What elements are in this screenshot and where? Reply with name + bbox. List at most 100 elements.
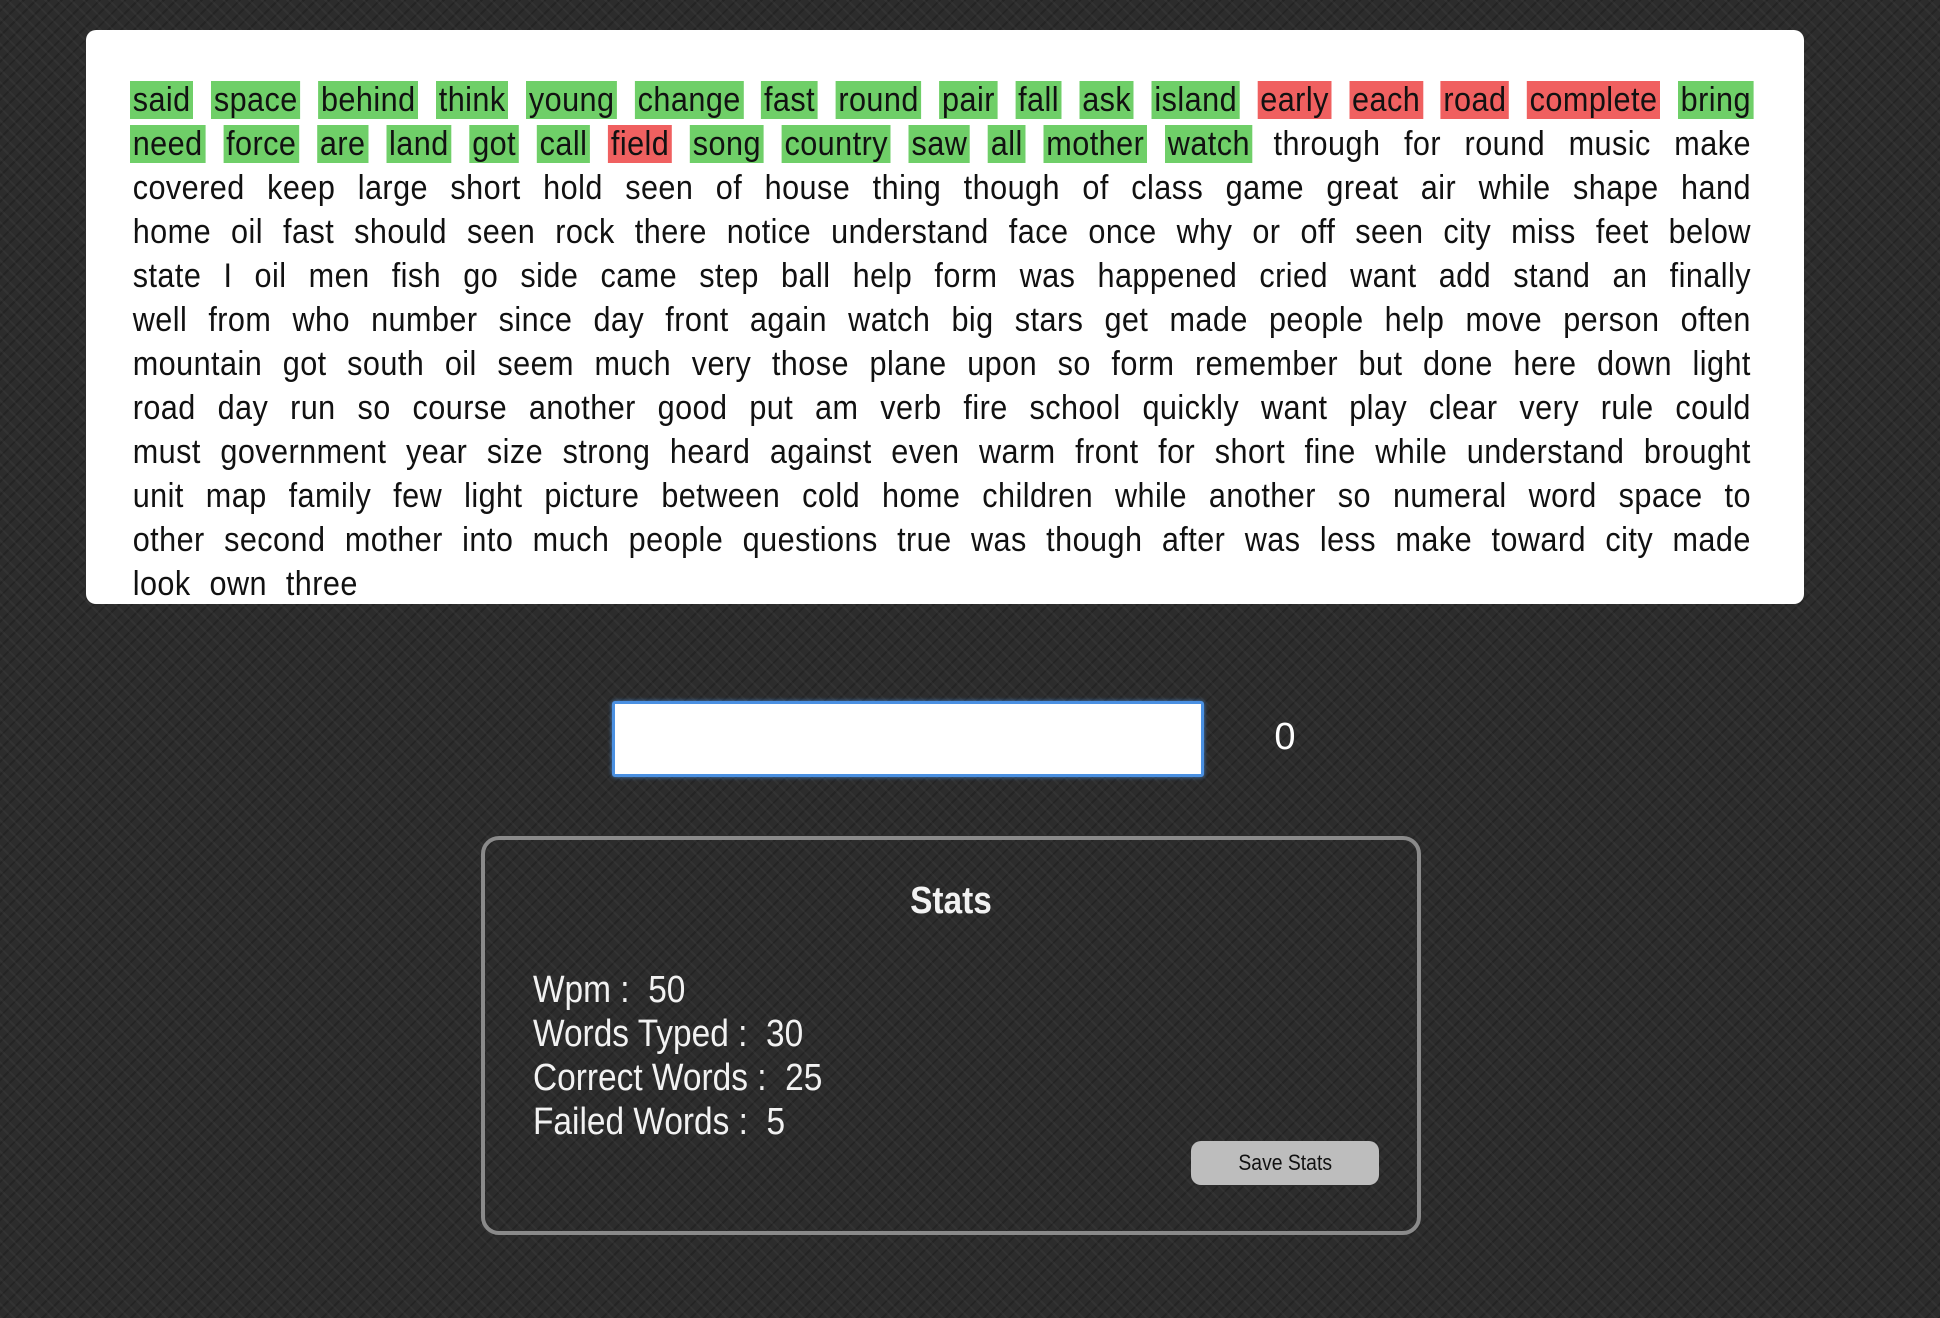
word-pending: step [699, 257, 759, 295]
word-pending: second [224, 521, 326, 559]
stats-list: Wpm : 50 Words Typed : 30 Correct Words … [533, 968, 822, 1144]
word-pending: family [288, 477, 372, 515]
word-correct: pair [939, 81, 998, 119]
word-pending: move [1465, 301, 1543, 339]
word-pending: made [1672, 521, 1751, 559]
word-pending: less [1319, 521, 1377, 559]
word-correct: fall [1015, 81, 1062, 119]
word-pending: even [891, 433, 960, 471]
word-pending: though [1046, 521, 1143, 559]
word-pending: men [308, 257, 370, 295]
word-pending: oil [444, 345, 477, 383]
word-pending: often [1680, 301, 1751, 339]
word-pending: got [282, 345, 327, 383]
word-pending: heard [669, 433, 751, 471]
word-pending: happened [1097, 257, 1238, 295]
word-pending: make [1674, 125, 1751, 163]
timer-display: 0 [1274, 716, 1296, 758]
word-pending: government [220, 433, 387, 471]
word-pending: of [715, 169, 743, 207]
word-pending: between [661, 477, 781, 515]
word-pending: school [1029, 389, 1121, 427]
word-pending: against [769, 433, 872, 471]
save-stats-label: Save Stats [1238, 1150, 1332, 1175]
word-pending: through [1273, 125, 1381, 163]
word-pending: clear [1428, 389, 1498, 427]
word-pending: here [1513, 345, 1577, 383]
typing-input[interactable] [612, 701, 1204, 777]
word-pending: very [1519, 389, 1579, 427]
word-pending: fine [1304, 433, 1356, 471]
word-pending: music [1568, 125, 1651, 163]
word-pending: mountain [132, 345, 263, 383]
word-correct: mother [1043, 125, 1147, 163]
word-pending: get [1104, 301, 1149, 339]
word-pending: cold [802, 477, 861, 515]
word-pending: so [1337, 477, 1372, 515]
word-pending: could [1675, 389, 1751, 427]
word-pending: why [1176, 213, 1233, 251]
word-pending: must [132, 433, 201, 471]
word-pending: children [982, 477, 1094, 515]
word-correct: fast [761, 81, 818, 119]
word-pending: other [132, 521, 205, 559]
word-pending: game [1225, 169, 1304, 207]
stat-row-words-typed: Words Typed : 30 [533, 1012, 822, 1056]
word-pending: of [1082, 169, 1109, 207]
word-pending: much [532, 521, 610, 559]
word-pending: I [223, 257, 233, 295]
word-pending: put [749, 389, 794, 427]
word-pending: rock [555, 213, 615, 251]
word-correct: think [436, 81, 509, 119]
word-pending: notice [726, 213, 812, 251]
word-pending: run [290, 389, 336, 427]
word-pending: hold [543, 169, 603, 207]
word-pending: shape [1572, 169, 1659, 207]
word-pending: oil [231, 213, 264, 251]
word-pending: size [486, 433, 544, 471]
word-pending: number [371, 301, 478, 339]
word-pending: am [815, 389, 859, 427]
word-pending: light [464, 477, 523, 515]
word-pending: who [292, 301, 350, 339]
word-pending: people [628, 521, 724, 559]
word-pending: front [665, 301, 729, 339]
word-pending: big [951, 301, 994, 339]
word-correct: change [634, 81, 744, 119]
word-pending: understand [831, 213, 989, 251]
word-pending: understand [1466, 433, 1625, 471]
word-pending: stand [1513, 257, 1591, 295]
word-pending: while [1478, 169, 1551, 207]
word-correct: force [223, 125, 300, 163]
word-pending: from [208, 301, 272, 339]
stat-value: 30 [765, 1013, 804, 1055]
word-pending: off [1300, 213, 1336, 251]
word-pending: into [462, 521, 514, 559]
word-pending: fish [391, 257, 442, 295]
word-pending: make [1395, 521, 1473, 559]
stat-row-wpm: Wpm : 50 [533, 968, 822, 1012]
word-pending: upon [967, 345, 1038, 383]
word-pending: ball [781, 257, 831, 295]
word-correct: are [317, 125, 369, 163]
word-pending: was [1244, 521, 1301, 559]
word-pending: help [852, 257, 913, 295]
word-pending: year [405, 433, 468, 471]
word-pending: class [1131, 169, 1204, 207]
word-pending: came [600, 257, 678, 295]
save-stats-button[interactable]: Save Stats [1191, 1141, 1379, 1185]
stat-label: Correct Words : [533, 1057, 767, 1099]
word-pending: oil [254, 257, 287, 295]
word-pending: face [1008, 213, 1069, 251]
word-pending: verb [880, 389, 942, 427]
word-wrong: early [1257, 81, 1332, 119]
word-pending: large [357, 169, 429, 207]
word-pending: again [749, 301, 828, 339]
stat-row-correct-words: Correct Words : 25 [533, 1056, 822, 1100]
word-pending: once [1088, 213, 1157, 251]
word-pending: to [1724, 477, 1751, 515]
stat-value: 50 [648, 969, 686, 1011]
word-correct: saw [908, 125, 970, 163]
word-pending: watch [848, 301, 931, 339]
word-pending: warm [978, 433, 1056, 471]
